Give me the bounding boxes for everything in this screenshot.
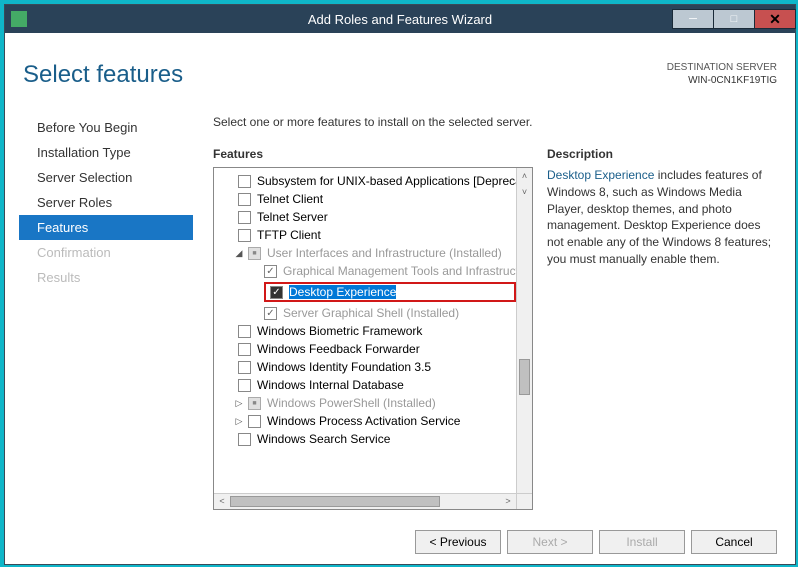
nav-installation-type[interactable]: Installation Type <box>23 140 193 165</box>
scroll-up-icon[interactable]: ˄ <box>517 168 532 184</box>
checkbox-icon[interactable] <box>238 325 251 338</box>
feature-item[interactable]: Windows Biometric Framework <box>214 322 516 340</box>
page-title: Select features <box>23 61 667 89</box>
nav-before-you-begin[interactable]: Before You Begin <box>23 115 193 140</box>
scroll-corner <box>516 493 532 509</box>
instruction-text: Select one or more features to install o… <box>213 115 777 129</box>
collapse-icon[interactable]: ◢ <box>234 248 244 259</box>
previous-button[interactable]: < Previous <box>415 530 501 554</box>
scroll-right-icon[interactable]: ˃ <box>500 494 516 509</box>
description-text: Desktop Experience includes features of … <box>547 167 777 268</box>
scroll-thumb[interactable] <box>230 496 440 507</box>
expand-icon[interactable]: ▷ <box>234 398 244 409</box>
description-label: Description <box>547 147 777 161</box>
feature-item[interactable]: ▷Windows PowerShell (Installed) <box>214 394 516 412</box>
nav-sidebar: Before You Begin Installation Type Serve… <box>23 115 193 554</box>
destination-server: DESTINATION SERVER WIN-0CN1KF19TIG <box>667 61 777 87</box>
checkbox-icon[interactable] <box>238 229 251 242</box>
maximize-button[interactable]: □ <box>713 9 755 29</box>
checkbox-icon[interactable] <box>264 265 277 278</box>
window-title: Add Roles and Features Wizard <box>308 12 492 27</box>
feature-item[interactable]: Telnet Server <box>214 208 516 226</box>
titlebar[interactable]: Add Roles and Features Wizard ─ □ ✕ <box>5 5 795 33</box>
wizard-window: Add Roles and Features Wizard ─ □ ✕ Sele… <box>4 4 796 565</box>
checkbox-icon[interactable] <box>248 415 261 428</box>
footer-buttons: < Previous Next > Install Cancel <box>213 524 777 554</box>
horizontal-scrollbar[interactable]: ˂ ˃ <box>214 493 516 509</box>
checkbox-icon[interactable] <box>238 193 251 206</box>
feature-item[interactable]: Server Graphical Shell (Installed) <box>214 304 516 322</box>
feature-item[interactable]: TFTP Client <box>214 226 516 244</box>
feature-item[interactable]: Subsystem for UNIX-based Applications [D… <box>214 172 516 190</box>
cancel-button[interactable]: Cancel <box>691 530 777 554</box>
nav-confirmation: Confirmation <box>23 240 193 265</box>
checkbox-icon[interactable] <box>238 379 251 392</box>
close-button[interactable]: ✕ <box>754 9 796 29</box>
checkbox-icon[interactable] <box>238 433 251 446</box>
checkbox-icon[interactable] <box>238 175 251 188</box>
system-menu-icon[interactable] <box>11 11 27 27</box>
checkbox-icon[interactable] <box>238 343 251 356</box>
features-listbox[interactable]: Subsystem for UNIX-based Applications [D… <box>213 167 533 510</box>
scroll-left-icon[interactable]: ˂ <box>214 494 230 509</box>
feature-item[interactable]: Windows Search Service <box>214 430 516 448</box>
feature-item-highlighted[interactable]: Desktop Experience <box>214 280 516 304</box>
features-label: Features <box>213 147 533 161</box>
feature-item[interactable]: Windows Identity Foundation 3.5 <box>214 358 516 376</box>
checkbox-icon[interactable] <box>238 361 251 374</box>
checkbox-icon[interactable] <box>248 397 261 410</box>
expand-icon[interactable]: ▷ <box>234 416 244 427</box>
scroll-thumb[interactable] <box>519 359 530 395</box>
nav-server-selection[interactable]: Server Selection <box>23 165 193 190</box>
install-button[interactable]: Install <box>599 530 685 554</box>
checkbox-icon[interactable] <box>270 286 283 299</box>
checkbox-icon[interactable] <box>248 247 261 260</box>
feature-item[interactable]: Windows Feedback Forwarder <box>214 340 516 358</box>
highlight-box: Desktop Experience <box>264 282 516 302</box>
checkbox-icon[interactable] <box>238 211 251 224</box>
feature-item[interactable]: ▷Windows Process Activation Service <box>214 412 516 430</box>
feature-item[interactable]: Telnet Client <box>214 190 516 208</box>
nav-results: Results <box>23 265 193 290</box>
vertical-scrollbar[interactable]: ˄ ˅ <box>516 168 532 493</box>
minimize-button[interactable]: ─ <box>672 9 714 29</box>
checkbox-icon[interactable] <box>264 307 277 320</box>
feature-item[interactable]: Graphical Management Tools and Infrastru… <box>214 262 516 280</box>
next-button[interactable]: Next > <box>507 530 593 554</box>
feature-item[interactable]: Windows Internal Database <box>214 376 516 394</box>
nav-server-roles[interactable]: Server Roles <box>23 190 193 215</box>
feature-item[interactable]: ◢User Interfaces and Infrastructure (Ins… <box>214 244 516 262</box>
nav-features[interactable]: Features <box>19 215 193 240</box>
